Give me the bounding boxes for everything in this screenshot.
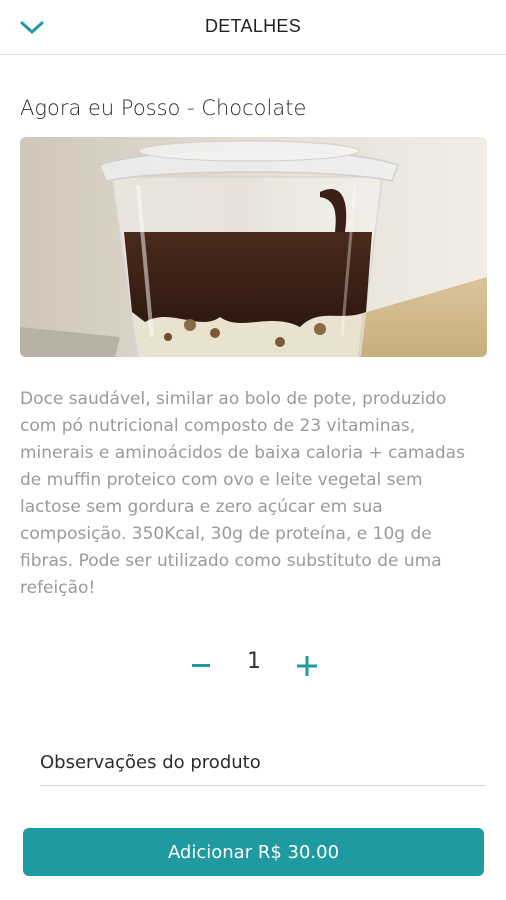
top-bar: DETALHES	[0, 0, 506, 55]
product-name: Agora eu Posso - Chocolate	[20, 96, 307, 120]
quantity-value: 1	[247, 649, 261, 674]
product-description: Doce saudável, similar ao bolo de pote, …	[20, 389, 465, 598]
quantity-stepper: 1	[0, 645, 506, 685]
product-photo	[20, 137, 487, 357]
increase-quantity-button[interactable]	[292, 651, 322, 681]
product-notes-input[interactable]	[40, 740, 486, 786]
decrease-quantity-button[interactable]	[186, 651, 216, 681]
minus-icon	[192, 664, 210, 667]
page-title: DETALHES	[204, 16, 302, 36]
add-to-cart-button[interactable]: Adicionar R$ 30.00	[23, 828, 484, 876]
plus-icon	[297, 656, 317, 676]
product-image	[20, 137, 487, 357]
